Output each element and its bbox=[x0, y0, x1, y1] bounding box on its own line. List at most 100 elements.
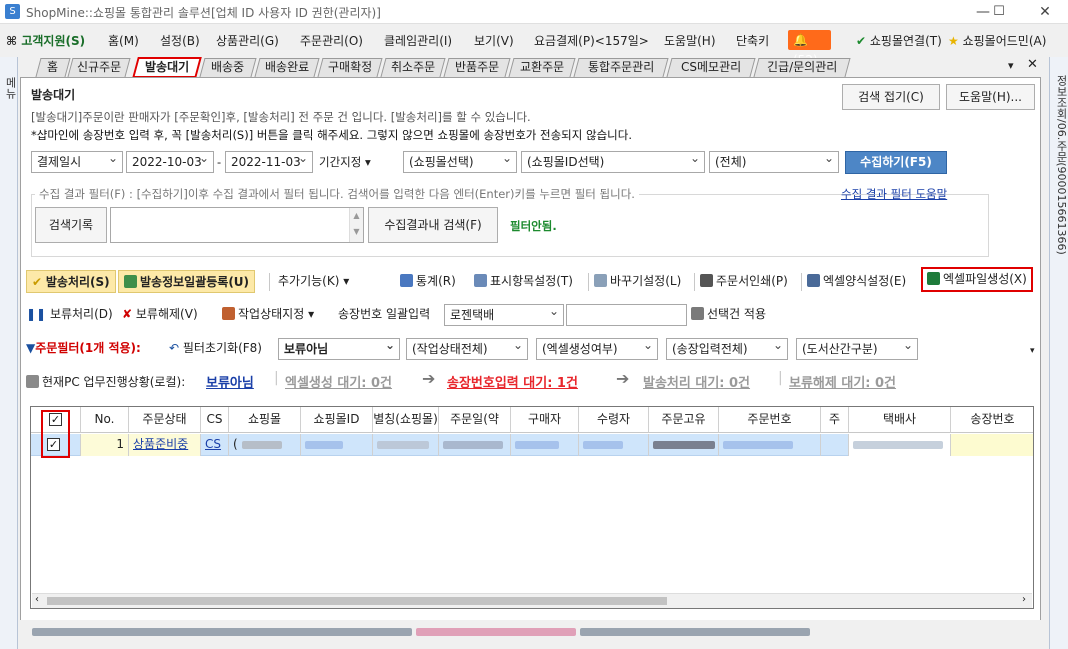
date-type-select[interactable]: 결제일시 bbox=[31, 148, 123, 173]
ship-button[interactable]: ✔ 발송처리(S) bbox=[26, 270, 116, 293]
all-select[interactable]: (전체) bbox=[709, 148, 839, 173]
search-within-results-button[interactable]: 수집결과내 검색(F) bbox=[368, 207, 498, 243]
progress-step-unhold[interactable]: 보류해제 대기: 0건 bbox=[789, 372, 896, 391]
stats-button[interactable]: 통계(R) bbox=[400, 270, 456, 292]
notification-button[interactable]: 🔔(52) bbox=[788, 30, 831, 67]
result-filter-input[interactable]: ▲ ▼ bbox=[110, 207, 364, 243]
invoice-number-input[interactable] bbox=[566, 304, 687, 326]
tab-dropdown-icon[interactable]: ▾ bbox=[1008, 59, 1014, 72]
progress-step-invoice[interactable]: 송장번호입력 대기: 1건 bbox=[447, 372, 578, 391]
collapse-search-button[interactable]: 검색 접기(C) bbox=[842, 84, 940, 110]
period-select[interactable]: 기간지정 ▾ bbox=[319, 154, 371, 170]
toolbar-separator bbox=[801, 273, 802, 291]
remote-area-filter-select[interactable]: (도서산간구분) bbox=[796, 335, 918, 360]
redacted-text bbox=[32, 628, 412, 636]
hold-filter-select[interactable]: 보류아님 bbox=[278, 335, 400, 360]
header-order-date[interactable]: 주문일(약 bbox=[439, 407, 511, 433]
tab-awaiting-shipment[interactable]: 발송대기 bbox=[132, 57, 202, 78]
menu-home[interactable]: 홈(M) bbox=[108, 32, 139, 49]
cell-cs[interactable]: CS bbox=[201, 434, 229, 456]
header-misc[interactable]: 주 bbox=[821, 407, 849, 433]
cell-order-status[interactable]: 상품준비중 bbox=[129, 434, 201, 456]
header-recipient[interactable]: 수령자 bbox=[579, 407, 649, 433]
scroll-right-icon[interactable]: › bbox=[1022, 594, 1026, 605]
tab-urgent-inquiry[interactable]: 긴급/문의관리 bbox=[753, 58, 851, 77]
menu-help[interactable]: 도움말(H) bbox=[664, 32, 716, 49]
header-mall-id[interactable]: 쇼핑몰ID bbox=[301, 407, 373, 433]
courier-select[interactable]: 로젠택배 bbox=[444, 301, 564, 326]
menu-billing[interactable]: 요금결제(P)<157일> bbox=[534, 32, 649, 49]
search-history-button[interactable]: 검색기록 bbox=[35, 207, 107, 243]
scroll-thumb[interactable] bbox=[47, 597, 667, 605]
tab-integrated-orders[interactable]: 통합주문관리 bbox=[573, 58, 669, 77]
horizontal-scrollbar[interactable]: ‹ › bbox=[32, 593, 1032, 608]
result-filter-help-link[interactable]: 수집 결과 필터 도움말 bbox=[841, 186, 947, 202]
tab-cancelled[interactable]: 취소주문 bbox=[380, 58, 446, 77]
collect-button[interactable]: 수집하기(F5) bbox=[845, 151, 947, 174]
invoice-input-filter-select[interactable]: (송장입력전체) bbox=[666, 335, 788, 360]
tab-returns[interactable]: 반품주문 bbox=[443, 58, 511, 77]
header-cs[interactable]: CS bbox=[201, 407, 229, 433]
menu-view[interactable]: 보기(V) bbox=[474, 32, 514, 49]
mall-id-select[interactable]: (쇼핑몰ID선택) bbox=[521, 148, 705, 173]
left-menu-label[interactable]: 메뉴 bbox=[2, 77, 18, 99]
input-scrollbar[interactable]: ▲ ▼ bbox=[349, 208, 363, 242]
header-order-unique[interactable]: 주문고유 bbox=[649, 407, 719, 433]
print-orders-button[interactable]: 주문서인쇄(P) bbox=[700, 270, 788, 292]
menu-claims[interactable]: 클레임관리(I) bbox=[384, 32, 452, 49]
excel-generated-filter-select[interactable]: (엑셀생성여부) bbox=[536, 335, 658, 360]
date-to-picker[interactable]: 2022-11-03 bbox=[225, 148, 313, 173]
unhold-button[interactable]: ✘ 보류해제(V) bbox=[122, 303, 198, 325]
replace-settings-button[interactable]: 바꾸기설정(L) bbox=[594, 270, 681, 292]
toolbar-overflow-icon[interactable]: ▾ bbox=[1030, 346, 1035, 356]
header-no[interactable]: No. bbox=[81, 407, 129, 433]
date-from-picker[interactable]: 2022-10-03 bbox=[126, 148, 214, 173]
menu-mall-connect[interactable]: ✔ 쇼핑몰연결(T) bbox=[856, 32, 942, 49]
progress-step-hold[interactable]: 보류아님 bbox=[206, 372, 254, 391]
cell-invoice-number[interactable] bbox=[951, 434, 1033, 456]
menu-settings[interactable]: 설정(B) bbox=[160, 32, 200, 49]
help-button[interactable]: 도움말(H)... bbox=[946, 84, 1035, 110]
header-order-status[interactable]: 주문상태 bbox=[129, 407, 201, 433]
extra-functions-menu[interactable]: 추가기능(K) ▾ bbox=[278, 270, 349, 292]
menu-products[interactable]: 상품관리(G) bbox=[216, 32, 279, 49]
hold-button[interactable]: ❚❚ 보류처리(D) bbox=[26, 303, 113, 325]
header-invoice-number[interactable]: 송장번호 bbox=[951, 407, 1033, 433]
menu-customer-support[interactable]: ⌘ 고객지원(S) bbox=[6, 32, 85, 49]
cell-courier[interactable] bbox=[849, 434, 951, 456]
right-info-label[interactable]: 정보조회/06.주문(900015661366) bbox=[1053, 75, 1068, 255]
menu-shortcuts[interactable]: 단축키 bbox=[736, 32, 769, 49]
menu-mall-admin[interactable]: ★ 쇼핑몰어드민(A) bbox=[948, 32, 1046, 49]
header-order-number[interactable]: 주문번호 bbox=[719, 407, 821, 433]
restore-icon[interactable]: ☐ bbox=[984, 2, 1014, 22]
tab-cs-memo[interactable]: CS메모관리 bbox=[666, 58, 756, 77]
header-mall[interactable]: 쇼핑몰 bbox=[229, 407, 301, 433]
tab-new-orders[interactable]: 신규주문 bbox=[67, 58, 131, 77]
scroll-left-icon[interactable]: ‹ bbox=[35, 594, 39, 605]
progress-step-ship[interactable]: 발송처리 대기: 0건 bbox=[643, 372, 750, 391]
mall-select[interactable]: (쇼핑몰선택) bbox=[403, 148, 517, 173]
header-courier[interactable]: 택배사 bbox=[849, 407, 951, 433]
right-info-strip[interactable]: 정보조회/06.주문(900015661366) bbox=[1049, 57, 1068, 649]
reset-filters-button[interactable]: ↶ 필터초기화(F8) bbox=[169, 337, 262, 359]
tab-shipping[interactable]: 배송중 bbox=[199, 58, 257, 77]
bulk-shipping-button[interactable]: 발송정보일괄등록(U) bbox=[118, 270, 256, 293]
header-buyer[interactable]: 구매자 bbox=[511, 407, 579, 433]
left-menu-strip[interactable]: 메뉴 bbox=[0, 57, 18, 649]
tab-purchase-confirmed[interactable]: 구매확정 bbox=[317, 58, 383, 77]
menu-orders[interactable]: 주문관리(O) bbox=[300, 32, 363, 49]
tab-exchanges[interactable]: 교환주문 bbox=[508, 58, 576, 77]
header-alias[interactable]: 별칭(쇼핑몰) bbox=[373, 407, 439, 433]
column-settings-button[interactable]: 표시항목설정(T) bbox=[474, 270, 573, 292]
close-button[interactable]: ✕ bbox=[1030, 2, 1060, 22]
tab-delivered[interactable]: 배송완료 bbox=[254, 58, 320, 77]
columns-icon bbox=[474, 274, 487, 287]
excel-create-button[interactable]: 엑셀파일생성(X) bbox=[921, 267, 1033, 292]
work-status-menu[interactable]: 작업상태지정 ▾ bbox=[222, 303, 314, 325]
work-status-filter-select[interactable]: (작업상태전체) bbox=[406, 335, 528, 360]
apply-selected-button[interactable]: 선택건 적용 bbox=[691, 303, 766, 325]
progress-step-excel[interactable]: 엑셀생성 대기: 0건 bbox=[285, 372, 392, 391]
excel-format-button[interactable]: 엑셀양식설정(E) bbox=[807, 270, 906, 292]
tab-home[interactable]: 홈 bbox=[35, 58, 71, 77]
tab-close-icon[interactable]: ✕ bbox=[1027, 57, 1038, 72]
